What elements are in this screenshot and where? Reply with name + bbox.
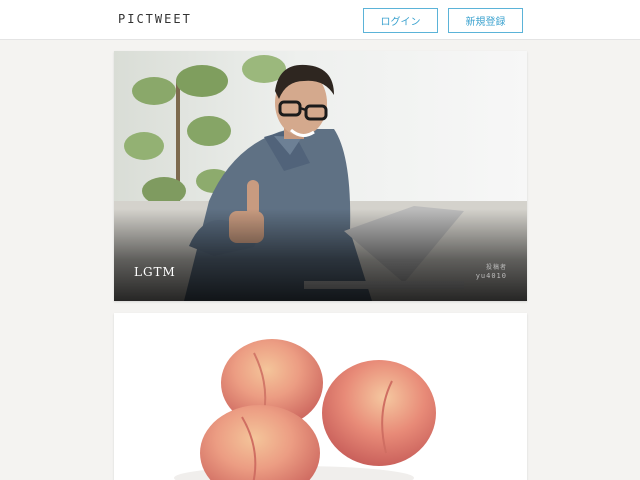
site-header: PICTWEET ログイン 新規登録: [0, 0, 640, 40]
caption-overlay: [114, 209, 527, 301]
login-button[interactable]: ログイン: [363, 8, 438, 33]
tweet-image: [114, 313, 527, 480]
signup-button[interactable]: 新規登録: [448, 8, 523, 33]
author-name[interactable]: yu4010: [476, 272, 507, 280]
tweet-text: LGTM: [134, 265, 176, 279]
author-label: 投稿者: [485, 264, 507, 271]
tweet-card[interactable]: [114, 313, 527, 480]
tweet-card[interactable]: LGTM 投稿者 yu4010: [114, 51, 527, 301]
site-logo[interactable]: PICTWEET: [118, 12, 192, 26]
